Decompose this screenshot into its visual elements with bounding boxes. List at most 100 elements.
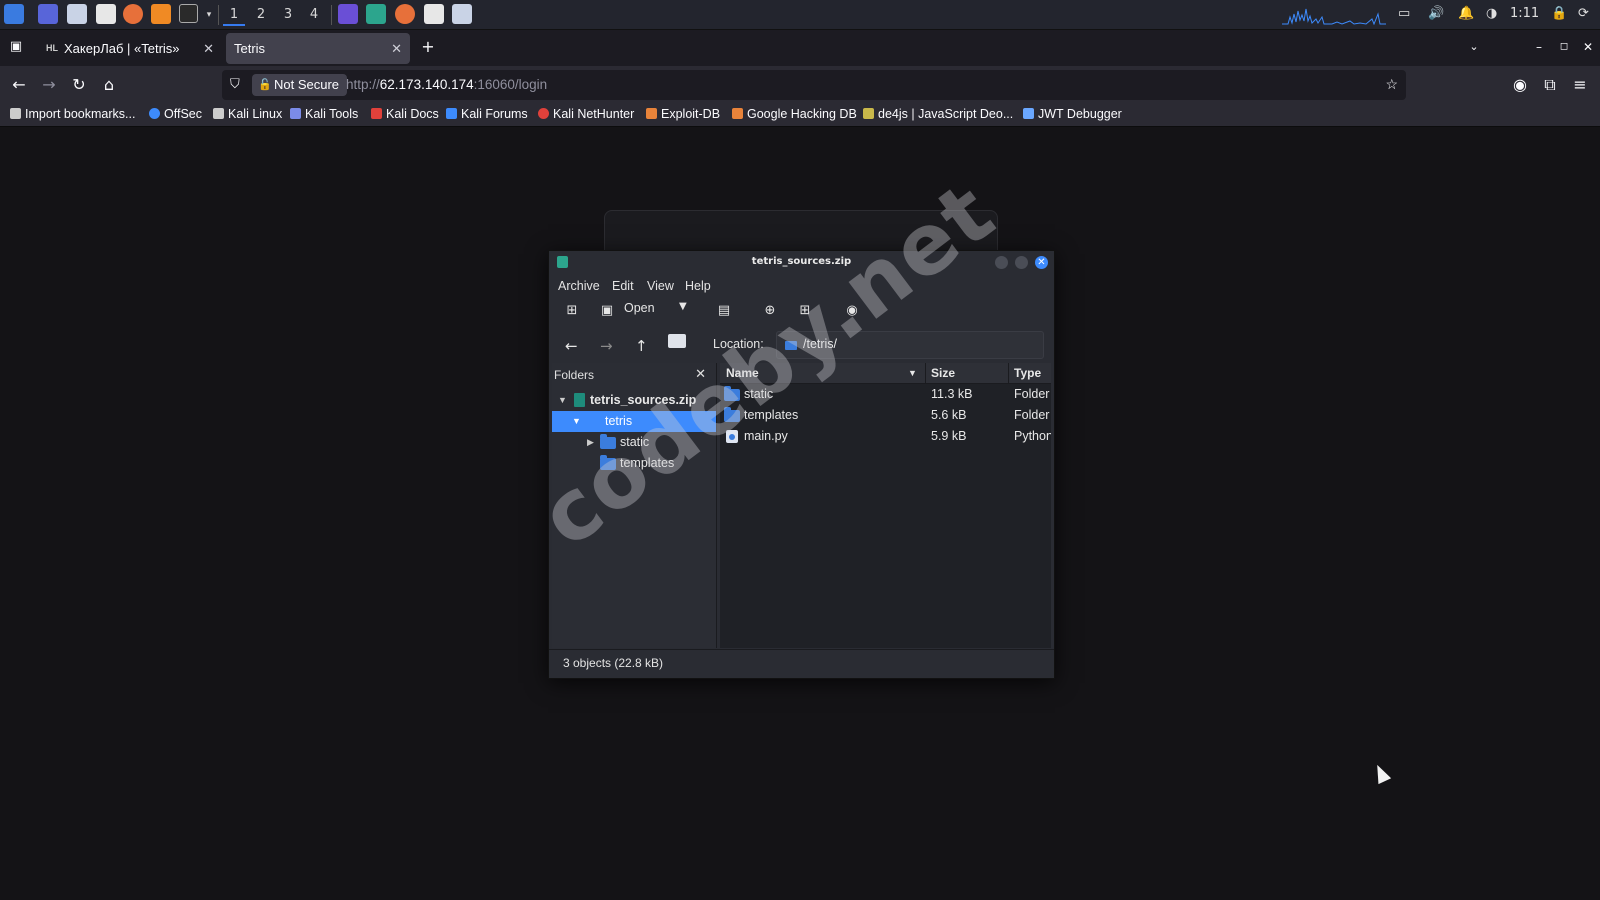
expander-down-icon[interactable]: ▼ <box>558 390 567 411</box>
workspace-4[interactable]: 4 <box>303 4 325 26</box>
maximize-button[interactable] <box>1015 256 1028 269</box>
bookmark-jwt-debugger[interactable]: JWT Debugger <box>1023 107 1122 121</box>
zip-icon <box>574 393 585 407</box>
burp-suite-icon[interactable] <box>151 4 171 24</box>
close-tab-icon[interactable]: ✕ <box>203 33 214 64</box>
open-button[interactable]: Open <box>624 301 655 315</box>
bookmark-kali-forums[interactable]: Kali Forums <box>446 107 528 121</box>
column-size[interactable]: Size <box>931 366 955 380</box>
bookmark-kali-tools[interactable]: Kali Tools <box>290 107 358 121</box>
bookmark-kali-linux[interactable]: Kali Linux <box>213 107 282 121</box>
close-folders-icon[interactable]: ✕ <box>695 367 706 382</box>
workspace-3[interactable]: 3 <box>277 4 299 26</box>
tree-item-static[interactable]: ▶ static <box>552 432 716 453</box>
terminal-icon[interactable] <box>179 4 198 23</box>
back-arrow-icon[interactable]: ← <box>565 337 578 355</box>
hackerlab-favicon: HL <box>46 43 58 53</box>
forward-icon[interactable]: → <box>37 73 61 97</box>
expander-right-icon[interactable]: ▶ <box>587 432 594 453</box>
folder-icon <box>785 341 797 350</box>
minimize-window-icon[interactable]: – <box>1527 35 1551 59</box>
firefox-icon[interactable] <box>123 4 143 24</box>
account-icon[interactable]: ◉ <box>1508 73 1532 97</box>
close-window-icon[interactable]: ✕ <box>1576 35 1600 59</box>
bookmark-exploit-db[interactable]: Exploit-DB <box>646 107 720 121</box>
archive-manager-taskbar-icon[interactable] <box>366 4 386 24</box>
folder-taskbar-icon[interactable] <box>452 4 472 24</box>
column-type[interactable]: Type <box>1014 366 1041 380</box>
bookmark-google-hacking-db[interactable]: Google Hacking DB <box>732 107 857 121</box>
workspace-switcher-icon[interactable] <box>38 4 58 24</box>
extract-icon[interactable]: ▤ <box>717 304 731 318</box>
kali-tools-icon <box>290 108 301 119</box>
up-arrow-icon[interactable]: ↑ <box>635 337 648 355</box>
app-taskbar-icon[interactable] <box>338 4 358 24</box>
new-archive-icon[interactable]: ⊞ <box>565 304 579 318</box>
minimize-button[interactable] <box>995 256 1008 269</box>
file-row-templates[interactable]: templates 5.6 kB Folder <box>720 405 1051 426</box>
add-files-icon[interactable]: ⊕ <box>763 304 777 318</box>
expander-down-icon[interactable]: ▼ <box>572 411 581 432</box>
notification-bell-icon[interactable]: 🔔 <box>1458 6 1474 21</box>
clock[interactable]: 1:11 <box>1510 6 1539 21</box>
tree-item-tetris[interactable]: ▼ tetris <box>552 411 716 432</box>
url-bar[interactable]: ⛉ 🔓 Not Secure http://62.173.140.174:160… <box>222 70 1406 100</box>
app-menu-icon[interactable]: ≡ <box>1568 73 1592 97</box>
back-icon[interactable]: ← <box>7 73 31 97</box>
file-row-main-py[interactable]: main.py 5.9 kB Python <box>720 426 1051 447</box>
tab-hackerlab[interactable]: HL ХакерЛаб | «Tetris» ✕ <box>36 33 222 64</box>
volume-icon[interactable]: 🔊 <box>1428 6 1444 21</box>
forward-arrow-icon[interactable]: → <box>600 337 613 355</box>
bookmark-kali-nethunter[interactable]: Kali NetHunter <box>538 107 634 121</box>
network-icon[interactable]: ▭ <box>1398 6 1410 21</box>
tree-item-templates[interactable]: templates <box>552 453 716 474</box>
workspace-1[interactable]: 1 <box>223 4 245 26</box>
window-title: tetris_sources.zip <box>751 256 852 267</box>
firefox-taskbar-icon[interactable] <box>395 4 415 24</box>
stop-icon[interactable]: ◉ <box>845 304 859 318</box>
tree-label: templates <box>620 456 675 470</box>
open-archive-icon[interactable]: ▣ <box>600 304 614 318</box>
home-icon[interactable]: ⌂ <box>97 73 121 97</box>
lock-icon[interactable]: 🔒 <box>1551 6 1567 21</box>
maximize-window-icon[interactable]: ◻ <box>1552 35 1576 59</box>
bookmark-import[interactable]: Import bookmarks... <box>10 107 135 121</box>
power-icon[interactable]: ⟳ <box>1578 6 1589 21</box>
tab-tetris[interactable]: Tetris ✕ <box>226 33 410 64</box>
bookmark-kali-docs[interactable]: Kali Docs <box>371 107 439 121</box>
location-field[interactable]: /tetris/ <box>776 331 1044 359</box>
chevron-down-icon[interactable]: ▾ <box>198 4 220 26</box>
not-secure-indicator[interactable]: 🔓 Not Secure <box>252 74 348 96</box>
list-all-tabs-icon[interactable]: ▣ <box>4 35 28 59</box>
new-tab-icon[interactable]: + <box>416 35 440 59</box>
document-taskbar-icon[interactable] <box>424 4 444 24</box>
extensions-icon[interactable]: ⧉ <box>1538 73 1562 97</box>
file-list: Name ▼ Size Type static 11.3 kB Folder t… <box>720 363 1051 648</box>
file-row-static[interactable]: static 11.3 kB Folder <box>720 384 1051 405</box>
reload-icon[interactable]: ↻ <box>67 73 91 97</box>
close-button[interactable]: ✕ <box>1035 256 1048 269</box>
tracking-shield-icon[interactable]: ⛉ <box>230 76 240 92</box>
open-dropdown-chevron-icon[interactable]: ▼ <box>679 301 687 312</box>
text-editor-icon[interactable] <box>96 4 116 24</box>
close-tab-icon[interactable]: ✕ <box>391 33 402 64</box>
menu-archive[interactable]: Archive <box>558 279 600 293</box>
menu-help[interactable]: Help <box>685 279 711 293</box>
bookmark-star-icon[interactable]: ☆ <box>1385 76 1398 93</box>
bookmark-offsec[interactable]: OffSec <box>149 107 202 121</box>
column-name[interactable]: Name <box>726 366 759 380</box>
tab-overflow-chevron-icon[interactable]: ⌄ <box>1462 35 1486 59</box>
menu-edit[interactable]: Edit <box>612 279 634 293</box>
sort-descending-icon[interactable]: ▼ <box>908 368 917 378</box>
kali-menu-icon[interactable] <box>4 4 24 24</box>
add-folder-icon[interactable]: ⊞ <box>798 304 812 318</box>
file-manager-icon[interactable] <box>67 4 87 24</box>
workspace-2[interactable]: 2 <box>250 4 272 26</box>
menu-view[interactable]: View <box>647 279 674 293</box>
url-text[interactable]: http://62.173.140.174:16060/login <box>346 77 547 92</box>
battery-icon[interactable]: ◑ <box>1486 6 1497 21</box>
home-folder-icon[interactable] <box>668 334 686 348</box>
de4js-icon <box>863 108 874 119</box>
bookmark-de4js[interactable]: de4js | JavaScript Deo... <box>863 107 1013 121</box>
tree-item-archive[interactable]: ▼ tetris_sources.zip <box>552 390 716 411</box>
